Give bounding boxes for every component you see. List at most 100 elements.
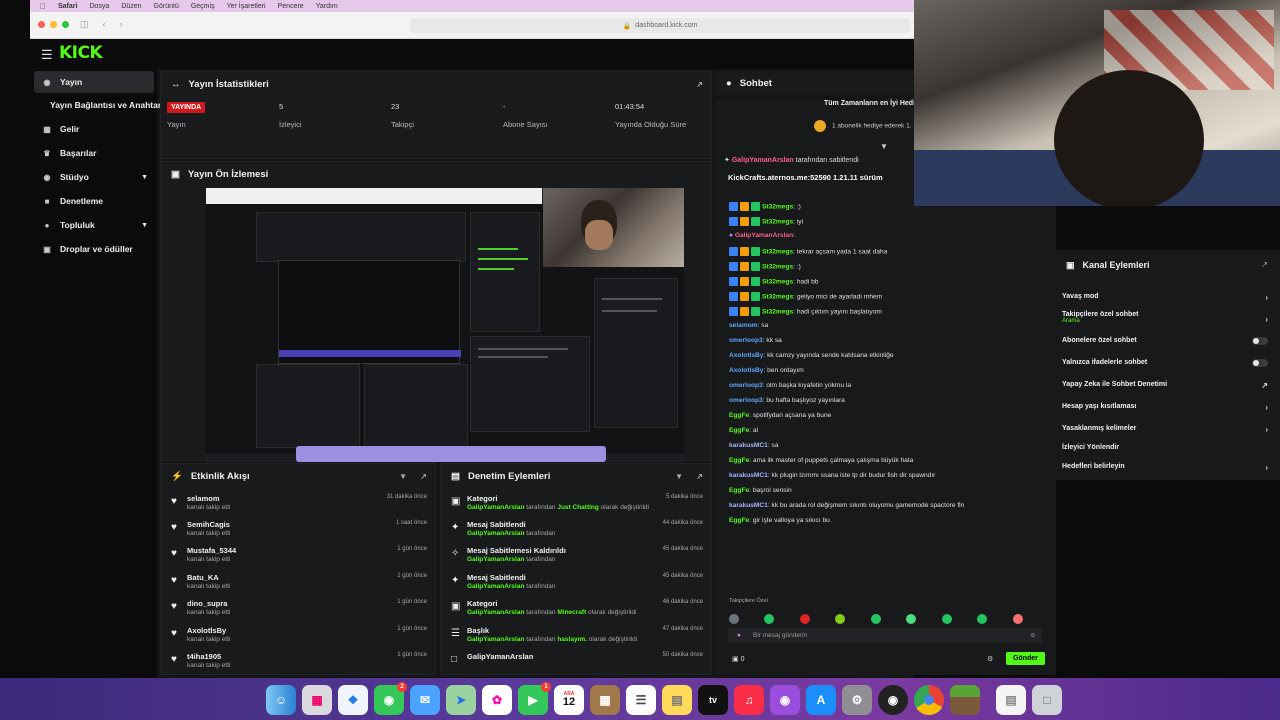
safari-icon[interactable]: ❖ (338, 684, 368, 715)
mod-actions-panel: ▤ Denetim Eylemleri ▼ ↗ ▣ Kategori Galip… (440, 463, 712, 675)
messages-icon[interactable]: ◉ 2 (374, 681, 407, 715)
mail-icon[interactable]: ✉ (410, 684, 440, 715)
follower-name[interactable]: Batu_KA (187, 573, 219, 582)
sub-only-item[interactable]: Abonelere özel sohbet (1062, 337, 1268, 345)
banned-words-item[interactable]: Yasaklanmış kelimeler › (1062, 425, 1268, 434)
menu-file[interactable]: Dosya (89, 3, 109, 10)
emoji-icon[interactable]: ☺ (1029, 628, 1036, 643)
finder-icon[interactable]: ☺ (266, 684, 296, 715)
sidebar-item-stream[interactable]: ◉ Yayın (34, 71, 154, 93)
emote-only-toggle[interactable] (1252, 359, 1268, 367)
sidebar-item-achievements[interactable]: ♛ Başarılar (34, 142, 154, 164)
pinned-user[interactable]: GalipYamanArslan (732, 157, 794, 164)
actor-name[interactable]: GalipYamanArslan (467, 609, 524, 616)
facetime-icon[interactable]: ▶ 1 (518, 681, 551, 715)
address-bar[interactable]: 🔒 dashboard.kick.com (410, 18, 910, 33)
apple-icon[interactable]:  (40, 2, 46, 11)
emote-only-item[interactable]: Yalnızca ifadelerle sohbet (1062, 359, 1268, 367)
emote-icon[interactable] (977, 614, 988, 624)
slow-mode-item[interactable]: Yavaş mod › (1062, 293, 1268, 302)
community-icon: ● (44, 220, 50, 230)
follower-name[interactable]: AxolotlsBy (187, 626, 226, 635)
follower-only-item[interactable]: Takipçilere özel sohbet Arama › (1062, 311, 1268, 324)
actor-name[interactable]: GalipYamanArslan (467, 583, 524, 590)
calendar-icon[interactable]: ARA 12 (554, 684, 584, 715)
obs-icon[interactable]: ◉ (878, 684, 908, 715)
menu-icon[interactable]: ☰ (41, 47, 53, 63)
menu-safari[interactable]: Safari (58, 3, 77, 10)
expand-icon[interactable]: ↗ (420, 472, 427, 481)
emote-icon[interactable] (799, 614, 810, 624)
sidebar-item-community[interactable]: ● Topluluk ▼ (34, 214, 154, 236)
menu-window[interactable]: Pencere (278, 3, 304, 10)
minimize-window-button[interactable] (50, 21, 57, 28)
sidebar-item-moderation[interactable]: ■ Denetleme (34, 190, 154, 212)
emote-icon[interactable] (870, 614, 881, 624)
menu-help[interactable]: Yardım (316, 3, 338, 10)
follower-name[interactable]: selamom (187, 494, 220, 503)
expand-icon[interactable]: ↗ (696, 472, 703, 481)
tv-icon[interactable]: tv (698, 684, 728, 715)
follower-name[interactable]: SemihCagis (187, 520, 230, 529)
back-icon[interactable]: ‹ (103, 19, 106, 30)
trash-icon[interactable]: □ (1032, 684, 1062, 715)
actor-name[interactable]: GalipYamanArslan (467, 504, 524, 511)
filter-icon[interactable]: ▼ (399, 472, 407, 481)
expand-icon[interactable]: ↗ (1261, 260, 1268, 269)
close-window-button[interactable] (38, 21, 45, 28)
ai-moderation-item[interactable]: Yapay Zeka ile Sohbet Denetimi ↗ (1062, 381, 1268, 390)
emote-icon[interactable] (729, 614, 739, 624)
document-icon[interactable]: ▤ (996, 684, 1026, 715)
follower-name[interactable]: t4iha1905 (187, 652, 221, 661)
sidebar-item-stream-key[interactable]: Yayın Bağlantısı ve Anahtarı (34, 94, 164, 116)
appstore-icon[interactable]: A (806, 684, 836, 715)
menu-view[interactable]: Görüntü (154, 3, 179, 10)
send-button[interactable]: Gönder (1006, 652, 1045, 665)
emote-icon[interactable] (1012, 614, 1023, 624)
minecraft-icon[interactable] (950, 684, 980, 715)
chevron-down-icon[interactable]: ▼ (880, 142, 888, 151)
emote-icon[interactable] (941, 614, 952, 624)
photos-icon[interactable]: ✿ (482, 684, 512, 715)
emote-icon[interactable] (835, 614, 846, 624)
notes-icon[interactable]: ▤ (662, 684, 692, 715)
raid-item[interactable]: İzleyici Yönlendir (1062, 444, 1268, 451)
account-age-item[interactable]: Hesap yaşı kısıtlaması › (1062, 403, 1268, 412)
filter-icon[interactable]: ▼ (675, 472, 683, 481)
maps-icon[interactable]: ➤ (446, 684, 476, 715)
kick-logo[interactable]: KICK (59, 43, 103, 63)
menu-history[interactable]: Geçmiş (191, 3, 215, 10)
actor-name[interactable]: GalipYamanArslan (467, 556, 524, 563)
music-icon[interactable]: ♫ (734, 684, 764, 715)
expand-icon[interactable]: ↗ (696, 80, 703, 89)
sidebar-item-revenue[interactable]: ▦ Gelir (34, 118, 154, 140)
sidebar-toggle-icon[interactable]: ◫ (80, 19, 89, 30)
sidebar-item-drops[interactable]: ▣ Droplar ve ödüller (34, 238, 154, 260)
forward-icon[interactable]: › (120, 19, 123, 30)
follower-name[interactable]: dino_supra (187, 599, 227, 608)
gear-icon[interactable]: ⚙ (987, 655, 993, 663)
podcasts-icon[interactable]: ◉ (770, 684, 800, 715)
actor-name[interactable]: GalipYamanArslan (467, 530, 524, 537)
actor-name[interactable]: GalipYamanArslan (467, 636, 524, 643)
sub-only-toggle[interactable] (1252, 337, 1268, 345)
sidebar: ◉ Yayın Yayın Bağlantısı ve Anahtarı ▦ G… (30, 69, 164, 679)
follower-name[interactable]: Mustafa_5344 (187, 546, 236, 555)
launchpad-icon[interactable]: ▦ (302, 684, 332, 715)
chrome-icon[interactable] (914, 684, 944, 715)
notes-app-icon[interactable]: ▦ (590, 684, 620, 715)
category-icon: ▣ (451, 496, 461, 507)
zoom-window-button[interactable] (62, 21, 69, 28)
chat-input[interactable]: ● Bir mesaj gönderin ☺ (728, 628, 1042, 643)
sidebar-item-studio[interactable]: ◉ Stüdyo ▼ (34, 166, 154, 188)
goals-item[interactable]: Hedefleri belirleyin › (1062, 463, 1268, 472)
emote-icon[interactable] (906, 614, 917, 624)
reminders-icon[interactable]: ☰ (626, 684, 656, 715)
menu-edit[interactable]: Düzen (121, 3, 141, 10)
settings-icon[interactable]: ⚙ (842, 684, 872, 715)
stream-preview-video[interactable] (206, 188, 684, 462)
menu-bookmarks[interactable]: Yer İşaretleri (227, 3, 266, 10)
emote-icon[interactable] (764, 614, 775, 624)
list-item: ♥ selamom kanalı takip etti 31 dakika ön… (161, 492, 435, 518)
points-counter[interactable]: ▣ 0 (732, 655, 744, 663)
